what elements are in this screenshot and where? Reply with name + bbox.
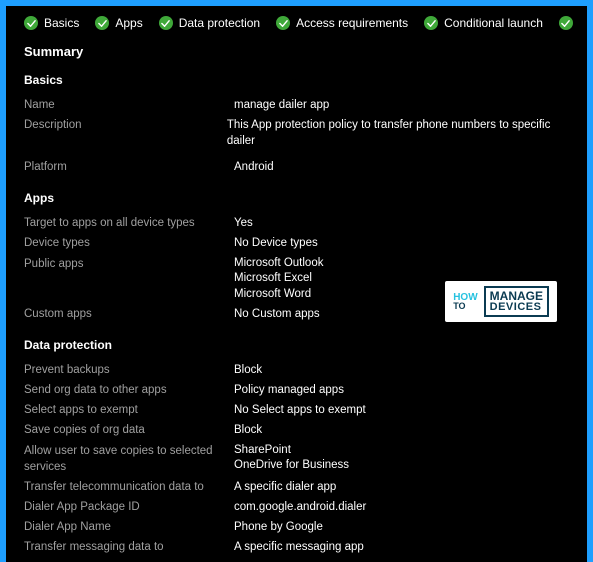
row-prevent-backups: Prevent backups Block (24, 360, 569, 380)
label-save-copies: Save copies of org data (24, 422, 234, 438)
tab-label: Conditional launch (444, 16, 543, 30)
tab-access-requirements[interactable]: Access requirements (276, 16, 408, 30)
label-dialer-name: Dialer App Name (24, 519, 234, 535)
tab-label: Basics (44, 16, 79, 30)
label-messaging: Transfer messaging data to (24, 539, 234, 555)
tab-label: Access requirements (296, 16, 408, 30)
logo-how: HOW TO (453, 293, 477, 310)
value-send-org: Policy managed apps (234, 382, 344, 398)
label-target: Target to apps on all device types (24, 215, 234, 231)
label-dialer-pkg: Dialer App Package ID (24, 499, 234, 515)
value-dialer-pkg: com.google.android.dialer (234, 499, 366, 515)
label-platform: Platform (24, 159, 234, 175)
section-data-protection-title: Data protection (24, 338, 569, 352)
label-public-apps: Public apps (24, 256, 234, 272)
value-prevent-backups: Block (234, 362, 262, 378)
row-dialer-name: Dialer App Name Phone by Google (24, 517, 569, 537)
row-select-exempt: Select apps to exempt No Select apps to … (24, 400, 569, 420)
row-telecom: Transfer telecommunication data to A spe… (24, 477, 569, 497)
value-device-types: No Device types (234, 235, 318, 251)
value-allow-save: SharePoint OneDrive for Business (234, 443, 349, 474)
check-icon (424, 16, 438, 30)
check-icon (559, 16, 573, 30)
label-prevent-backups: Prevent backups (24, 362, 234, 378)
row-send-org: Send org data to other apps Policy manag… (24, 380, 569, 400)
value-dialer-name: Phone by Google (234, 519, 323, 535)
logo-text: DEVICES (490, 302, 543, 313)
row-dialer-pkg: Dialer App Package ID com.google.android… (24, 497, 569, 517)
outer-frame: Basics Apps Data protection Access requi… (0, 0, 593, 562)
value-target: Yes (234, 215, 253, 231)
watermark-logo: HOW TO MANAGE DEVICES (445, 281, 557, 322)
value-messaging: A specific messaging app (234, 539, 364, 555)
label-device-types: Device types (24, 235, 234, 251)
row-messaging: Transfer messaging data to A specific me… (24, 537, 569, 557)
value-custom-apps: No Custom apps (234, 306, 320, 322)
tab-next-partial[interactable] (559, 16, 573, 30)
label-description: Description (24, 117, 227, 133)
list-item: Microsoft Excel (234, 271, 323, 287)
tab-apps[interactable]: Apps (95, 16, 142, 30)
list-item: Microsoft Outlook (234, 256, 323, 272)
row-platform: Platform Android (24, 157, 569, 177)
row-target: Target to apps on all device types Yes (24, 213, 569, 233)
value-save-copies: Block (234, 422, 262, 438)
value-select-exempt: No Select apps to exempt (234, 402, 366, 418)
value-platform: Android (234, 159, 274, 175)
row-device-types: Device types No Device types (24, 233, 569, 253)
check-icon (276, 16, 290, 30)
label-select-exempt: Select apps to exempt (24, 402, 234, 418)
list-item: OneDrive for Business (234, 458, 349, 474)
tab-conditional-launch[interactable]: Conditional launch (424, 16, 543, 30)
label-custom-apps: Custom apps (24, 306, 234, 322)
row-name: Name manage dailer app (24, 95, 569, 115)
policy-review-panel: Basics Apps Data protection Access requi… (6, 6, 587, 562)
tab-data-protection[interactable]: Data protection (159, 16, 260, 30)
label-send-org: Send org data to other apps (24, 382, 234, 398)
value-telecom: A specific dialer app (234, 479, 336, 495)
label-name: Name (24, 97, 234, 113)
summary-heading: Summary (24, 44, 569, 59)
label-telecom: Transfer telecommunication data to (24, 479, 234, 495)
row-description: Description This App protection policy t… (24, 115, 569, 151)
tab-basics[interactable]: Basics (24, 16, 79, 30)
check-icon (24, 16, 38, 30)
list-item: Microsoft Word (234, 287, 323, 303)
value-description: This App protection policy to transfer p… (227, 117, 569, 149)
row-allow-save: Allow user to save copies to selected se… (24, 441, 569, 477)
value-public-apps: Microsoft Outlook Microsoft Excel Micros… (234, 256, 323, 303)
section-apps-title: Apps (24, 191, 569, 205)
label-allow-save: Allow user to save copies to selected se… (24, 443, 234, 475)
tab-label: Data protection (179, 16, 260, 30)
check-icon (159, 16, 173, 30)
row-save-copies: Save copies of org data Block (24, 420, 569, 440)
tab-label: Apps (115, 16, 142, 30)
section-basics-title: Basics (24, 73, 569, 87)
check-icon (95, 16, 109, 30)
list-item: SharePoint (234, 443, 349, 459)
logo-manage-devices: MANAGE DEVICES (484, 286, 549, 317)
logo-text: TO (453, 302, 477, 310)
wizard-tabs: Basics Apps Data protection Access requi… (24, 16, 569, 30)
value-name: manage dailer app (234, 97, 329, 113)
